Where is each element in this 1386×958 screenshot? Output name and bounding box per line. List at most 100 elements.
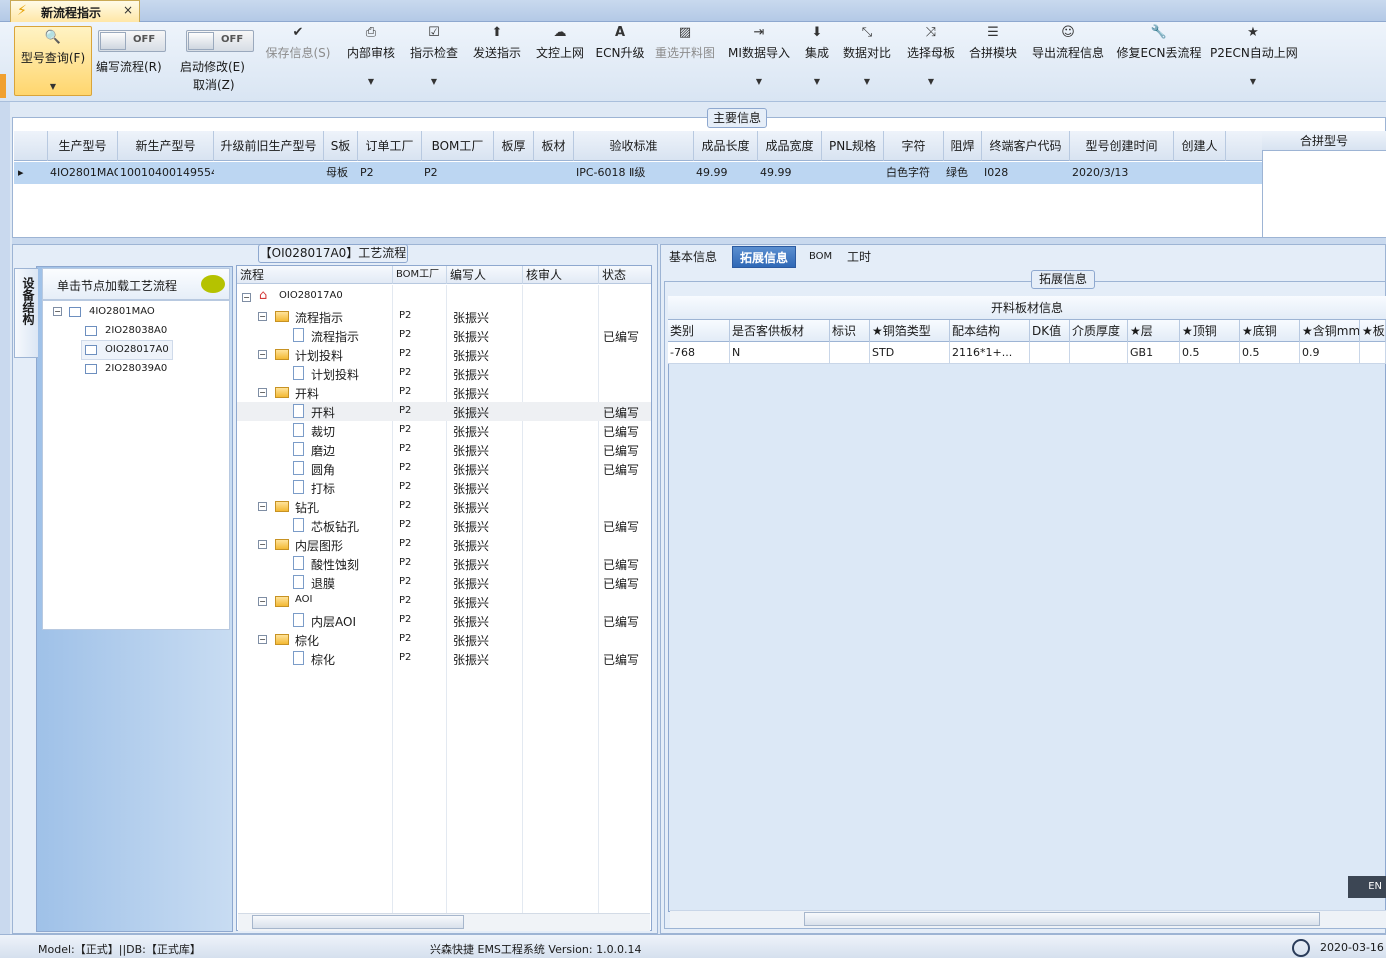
collapse-icon[interactable]: − <box>258 635 267 644</box>
process-group-row[interactable]: − 钻孔 P2 张振兴 <box>237 497 651 516</box>
col-header[interactable]: 终端客户代码 <box>982 131 1070 161</box>
tab-basic-info[interactable]: 基本信息 <box>662 246 724 268</box>
process-group-row[interactable]: − 棕化 P2 张振兴 <box>237 630 651 649</box>
tab-bom[interactable]: BOM <box>802 246 839 268</box>
tree-node[interactable]: 2IO28038A0 <box>105 325 167 336</box>
collapse-icon[interactable]: − <box>258 388 267 397</box>
ecn-upgrade-button[interactable]: A ECN升级 <box>594 22 646 102</box>
table-row[interactable]: ▸ 4IO2801MAO 10010400149554 母板 P2 P2 IPC… <box>14 162 1262 184</box>
process-step-row[interactable]: 打标 P2 张振兴 <box>237 478 651 497</box>
internal-review-button[interactable]: ⎙ 内部审核 ▼ <box>342 22 400 102</box>
col-header[interactable]: 阻焊 <box>944 131 982 161</box>
collapse-icon[interactable]: − <box>258 312 267 321</box>
input-method-badge[interactable]: EN <box>1348 876 1386 898</box>
tree-node[interactable]: 4IO2801MAO <box>89 306 155 317</box>
col-header[interactable]: ★底铜 <box>1240 320 1300 342</box>
merge-module-button[interactable]: ☰ 合拼模块 <box>966 22 1020 102</box>
collapse-icon[interactable]: − <box>258 502 267 511</box>
process-group-row[interactable]: − 流程指示 P2 张振兴 <box>237 307 651 326</box>
process-step-row[interactable]: 内层AOI P2 张振兴 已编写 <box>237 611 651 630</box>
col-header[interactable]: 介质厚度 <box>1070 320 1128 342</box>
col-header[interactable]: 成品宽度 <box>758 131 822 161</box>
process-step-row[interactable]: 退膜 P2 张振兴 已编写 <box>237 573 651 592</box>
process-step-row[interactable]: 流程指示 P2 张振兴 已编写 <box>237 326 651 345</box>
col-header[interactable]: 型号创建时间 <box>1070 131 1174 161</box>
col-header[interactable]: 状态 <box>599 266 651 284</box>
process-group-row[interactable]: − 开料 P2 张振兴 <box>237 383 651 402</box>
structure-tree[interactable]: − 4IO2801MAO 2IO28038A0 OIO28017A0 2IO28… <box>42 300 230 630</box>
col-header[interactable]: S板 <box>324 131 358 161</box>
save-info-button[interactable]: ✔ 保存信息(S) <box>262 22 334 102</box>
col-header[interactable]: ★板 <box>1360 320 1386 342</box>
tab-work-hours[interactable]: 工时 <box>840 246 878 268</box>
col-header[interactable]: 标识 <box>830 320 870 342</box>
col-header[interactable]: 创建人 <box>1174 131 1226 161</box>
col-header[interactable]: BOM工厂 <box>393 266 447 284</box>
col-header[interactable]: 生产型号 <box>48 131 118 161</box>
instruction-check-button[interactable]: ☑ 指示检查 ▼ <box>405 22 463 102</box>
process-step-row[interactable]: 开料 P2 张振兴 已编写 <box>237 402 651 421</box>
col-header[interactable]: ★铜箔类型 <box>870 320 950 342</box>
integrate-button[interactable]: ⬇ 集成 ▼ <box>798 22 836 102</box>
export-process-info-button[interactable]: ☺ 导出流程信息 <box>1028 22 1108 102</box>
collapse-icon[interactable]: − <box>258 350 267 359</box>
col-header[interactable]: 字符 <box>884 131 944 161</box>
collapse-icon[interactable]: − <box>258 597 267 606</box>
col-header[interactable]: 新生产型号 <box>118 131 214 161</box>
process-step-row[interactable]: 棕化 P2 张振兴 已编写 <box>237 649 651 668</box>
col-header[interactable]: 是否客供板材 <box>730 320 830 342</box>
col-header[interactable]: 类别 <box>668 320 730 342</box>
process-step-row[interactable]: 圆角 P2 张振兴 已编写 <box>237 459 651 478</box>
process-root-row[interactable]: − ⌂ OIO28017A0 <box>237 288 651 307</box>
col-header[interactable]: 验收标准 <box>574 131 694 161</box>
process-scroll-thumb[interactable] <box>252 915 464 929</box>
collapse-icon[interactable]: − <box>242 293 251 302</box>
col-header[interactable]: ★层 <box>1128 320 1180 342</box>
col-header[interactable]: 板厚 <box>494 131 534 161</box>
process-step-row[interactable]: 裁切 P2 张振兴 已编写 <box>237 421 651 440</box>
col-header[interactable]: 板材 <box>534 131 574 161</box>
tree-node[interactable]: OIO28017A0 <box>105 344 169 355</box>
col-header[interactable]: 配本结构 <box>950 320 1030 342</box>
process-step-row[interactable]: 酸性蚀刻 P2 张振兴 已编写 <box>237 554 651 573</box>
close-tab-icon[interactable]: × <box>123 3 133 17</box>
col-header[interactable]: PNL规格 <box>822 131 884 161</box>
write-process-toggle[interactable]: OFF <box>98 30 166 52</box>
col-header[interactable]: 核审人 <box>523 266 599 284</box>
tree-node[interactable]: 2IO28039A0 <box>105 363 167 374</box>
reselect-cut-diagram-button[interactable]: ▨ 重选开料图 <box>652 22 718 102</box>
document-tab[interactable]: ⚡ 新流程指示 × <box>10 0 140 22</box>
doc-online-button[interactable]: ☁ 文控上网 <box>531 22 589 102</box>
select-motherboard-button[interactable]: ⤨ 选择母板 ▼ <box>902 22 960 102</box>
process-step-row[interactable]: 计划投料 P2 张振兴 <box>237 364 651 383</box>
repair-ecn-button[interactable]: 🔧 修复ECN丢流程 <box>1116 22 1202 102</box>
col-header[interactable]: 升级前旧生产型号 <box>214 131 324 161</box>
table-row[interactable]: -768 N STD 2116*1+... GB1 0.5 0.5 0.9 <box>668 342 1386 364</box>
process-group-row[interactable]: − AOI P2 张振兴 <box>237 592 651 611</box>
process-step-row[interactable]: 芯板钻孔 P2 张振兴 已编写 <box>237 516 651 535</box>
col-header[interactable]: ★含铜mm <box>1300 320 1360 342</box>
print-icon: ⎙ <box>365 25 377 40</box>
collapse-icon[interactable]: − <box>53 307 62 316</box>
process-group-row[interactable]: − 计划投料 P2 张振兴 <box>237 345 651 364</box>
process-step-row[interactable]: 磨边 P2 张振兴 已编写 <box>237 440 651 459</box>
col-header[interactable]: 成品长度 <box>694 131 758 161</box>
start-modify-toggle[interactable]: OFF <box>186 30 254 52</box>
model-query-button[interactable]: 🔍 型号查询(F) ▼ <box>14 26 92 96</box>
col-header[interactable]: 编写人 <box>447 266 523 284</box>
p2ecn-auto-online-button[interactable]: ★ P2ECN自动上网 ▼ <box>1210 22 1298 102</box>
send-instruction-button[interactable]: ⬆ 发送指示 <box>468 22 526 102</box>
col-header[interactable]: ★顶铜 <box>1180 320 1240 342</box>
col-header[interactable]: 流程 <box>237 266 393 284</box>
process-group-row[interactable]: − 内层图形 P2 张振兴 <box>237 535 651 554</box>
collapse-icon[interactable]: − <box>258 540 267 549</box>
col-header[interactable]: BOM工厂 <box>422 131 494 161</box>
col-header[interactable]: DK值 <box>1030 320 1070 342</box>
structure-vertical-tab[interactable]: 设备结构 <box>14 268 38 358</box>
cancel-modify-button[interactable]: 取消(Z) <box>193 76 235 93</box>
mi-data-import-button[interactable]: ⇥ MI数据导入 ▼ <box>726 22 792 102</box>
col-header[interactable]: 订单工厂 <box>358 131 422 161</box>
cut-scroll-thumb[interactable] <box>804 912 1320 926</box>
data-compare-button[interactable]: ⤡ 数据对比 ▼ <box>840 22 894 102</box>
tab-extended-info[interactable]: 拓展信息 <box>732 246 797 268</box>
